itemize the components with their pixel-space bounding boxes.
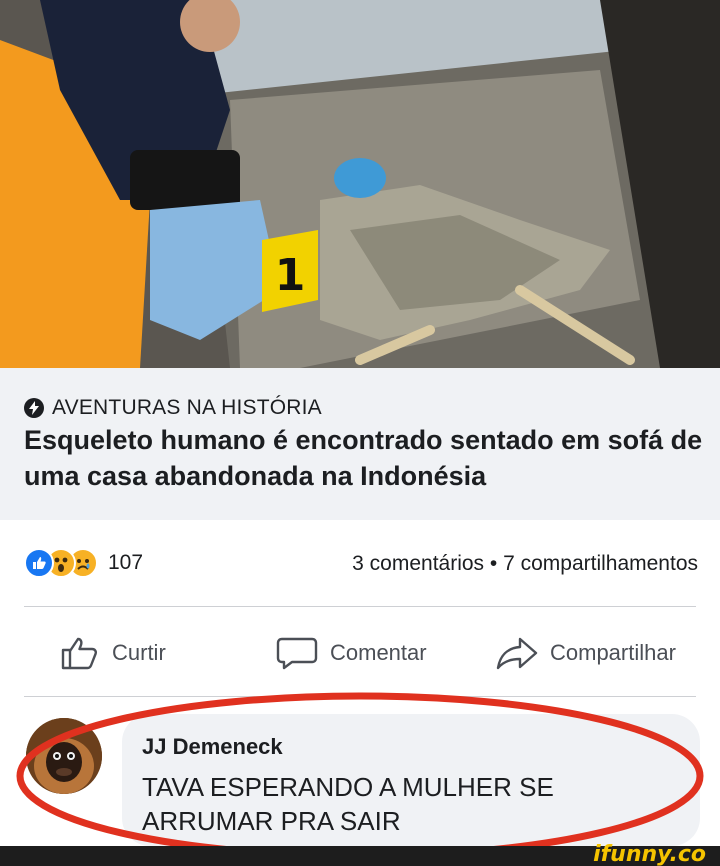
action-bar: Curtir Comentar Compartilhar <box>0 625 720 681</box>
like-label: Curtir <box>112 640 166 665</box>
reaction-summary[interactable]: 107 <box>24 548 143 578</box>
comment-bubble[interactable]: JJ Demeneck TAVA ESPERANDO A MULHER SE A… <box>122 714 700 846</box>
ifunny-watermark: ifunny.co <box>593 842 706 866</box>
evidence-marker-label: 1 <box>275 250 306 301</box>
divider <box>24 696 696 697</box>
speech-bubble-icon <box>276 637 318 670</box>
like-button[interactable]: Curtir <box>60 625 166 681</box>
news-photo[interactable]: 1 <box>0 0 720 368</box>
comments-shares-count[interactable]: 3 comentários • 7 compartilhamentos <box>352 552 698 576</box>
source-name: AVENTURAS NA HISTÓRIA <box>52 396 322 419</box>
reaction-count: 107 <box>108 551 144 574</box>
divider <box>24 606 696 607</box>
headline[interactable]: Esqueleto humano é encontrado sentado em… <box>24 422 704 494</box>
reaction-stats: 107 3 comentários • 7 compartilhamentos <box>0 540 720 590</box>
share-arrow-icon <box>496 637 538 670</box>
watermark-bar: ifunny.co <box>0 842 720 866</box>
thumbs-up-icon <box>61 637 97 670</box>
like-reaction-icon <box>24 548 54 578</box>
comment-button[interactable]: Comentar <box>276 625 427 681</box>
source-line: AVENTURAS NA HISTÓRIA <box>24 396 322 420</box>
comment-author[interactable]: JJ Demeneck <box>142 734 283 760</box>
avatar[interactable] <box>26 718 102 794</box>
monkey-avatar-image <box>26 718 102 794</box>
comment-text: TAVA ESPERANDO A MULHER SE ARRUMAR PRA S… <box>142 772 554 836</box>
share-label: Compartilhar <box>550 640 676 665</box>
link-preview[interactable]: AVENTURAS NA HISTÓRIA Esqueleto humano é… <box>0 368 720 520</box>
comment-item: JJ Demeneck TAVA ESPERANDO A MULHER SE A… <box>0 700 720 846</box>
crime-scene-image: 1 <box>0 0 720 368</box>
share-button[interactable]: Compartilhar <box>496 625 676 681</box>
comment-label: Comentar <box>330 640 427 665</box>
lightning-icon <box>24 398 44 418</box>
